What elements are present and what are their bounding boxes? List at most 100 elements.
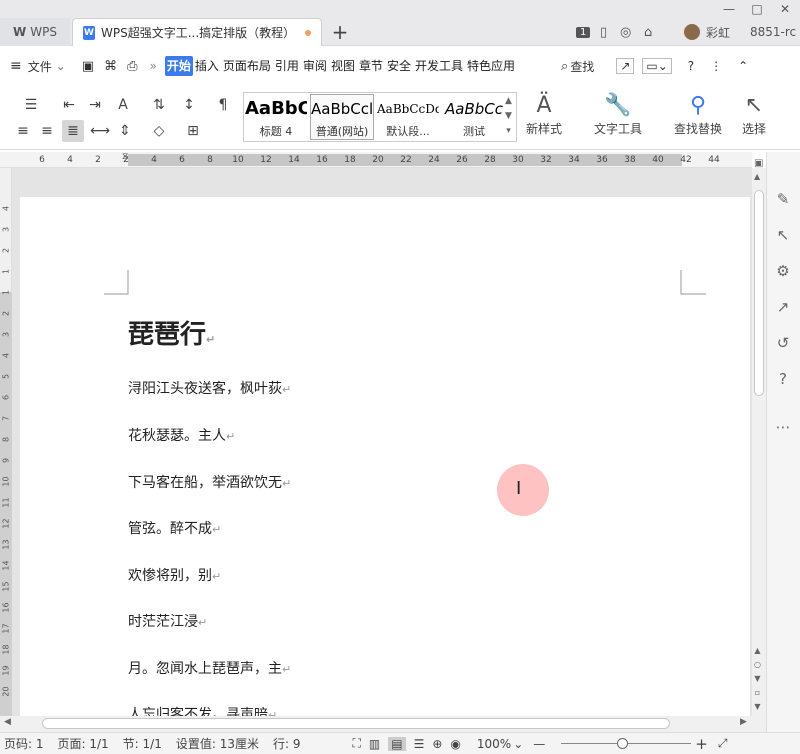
help-icon[interactable]: ? [688, 59, 694, 73]
zoom-dropdown-icon[interactable]: ⌄ [513, 737, 523, 751]
tab-references[interactable]: 引用 [273, 56, 301, 76]
tab-special[interactable]: 特色应用 [465, 56, 517, 76]
help-circle-icon[interactable]: ? [772, 368, 794, 390]
share-out-icon[interactable]: ↗ [772, 296, 794, 318]
history-icon[interactable]: ↺ [772, 332, 794, 354]
text-effect-icon[interactable]: A [114, 96, 132, 114]
indent-marker-icon[interactable]: ⧖ [122, 152, 128, 162]
vertical-ruler-number: 15 [1, 581, 11, 592]
zoom-slider-knob[interactable] [617, 737, 629, 749]
paragraph[interactable]: 管弦。醉不成↵ [128, 518, 221, 538]
fullscreen-icon[interactable]: ⛶ [352, 736, 360, 751]
vertical-ruler-numbers: 4 3 2 1 1 2 3 4 5 6 7 8 9 10 11 12 13 14 15 16 17 18 19 20 [0, 168, 12, 716]
tab-developer[interactable]: 开发工具 [413, 56, 465, 76]
scroll-left-icon[interactable]: ◀ [4, 717, 11, 727]
tab-chapter[interactable]: 章节 [357, 56, 385, 76]
new-style-button[interactable]: Ä 新样式 [526, 92, 562, 137]
new-tab-button[interactable]: + [330, 20, 350, 44]
ruler-toggle-icon[interactable]: ▣ [754, 158, 763, 169]
line-spacing-icon[interactable]: ↕ [180, 96, 198, 114]
close-button[interactable]: ✕ [774, 0, 796, 18]
window-count-badge[interactable]: 1 [576, 22, 591, 42]
cloud-sync-icon[interactable]: ◎ [620, 22, 631, 42]
style-normal-web[interactable]: AaBbCcl 普通(网站) [310, 94, 374, 140]
more-arrows-icon[interactable]: » [150, 59, 157, 73]
user-profile[interactable]: 彩虹 [684, 22, 730, 42]
zoom-level[interactable]: 100% [477, 737, 511, 751]
print-icon[interactable]: ⎙ [127, 59, 137, 74]
hamburger-icon[interactable]: ≡ [10, 58, 22, 74]
paragraph[interactable]: 时茫茫江浸↵ [128, 611, 207, 631]
zoom-out-button[interactable]: — [533, 737, 545, 751]
style-default-paragraph[interactable]: AaBbCcDd 默认段... [376, 94, 440, 140]
paragraph[interactable]: 浔阳江头夜送客，枫叶荻↵ [128, 378, 291, 398]
wps-home-tab[interactable]: W WPS [0, 18, 70, 46]
layout-icon[interactable]: ▯ [600, 22, 607, 42]
text-tools-button[interactable]: 🔧 文字工具 [594, 92, 642, 137]
unsaved-dot-icon [305, 29, 311, 36]
select-button[interactable]: ↖ 选择 [742, 92, 766, 137]
distribute-icon[interactable]: ⟷ [90, 122, 110, 140]
shading-icon[interactable]: ◇ [150, 122, 168, 140]
paragraph[interactable]: 人忘归客不发。寻声暗↵ [128, 704, 277, 716]
align-left-icon[interactable]: ≡ [14, 122, 32, 140]
border-icon[interactable]: ⊞ [184, 122, 202, 140]
document-title[interactable]: 琵琶行↵ [128, 314, 215, 351]
chevron-down-icon[interactable]: ⌄ [56, 59, 66, 73]
search-icon[interactable]: ⌕ [561, 59, 568, 74]
gallery-scroll[interactable]: ▲ ▼ ▾ [505, 94, 512, 139]
horizontal-scroll-thumb[interactable] [42, 718, 670, 729]
adjust-icon[interactable]: ⚙ [772, 260, 794, 282]
paragraph[interactable]: 花秋瑟瑟。主人↵ [128, 425, 235, 445]
align-center-icon[interactable]: ≡ [38, 122, 56, 140]
save-icon[interactable]: ▣ [82, 59, 94, 74]
sort-icon[interactable]: ⇅ [150, 96, 168, 114]
style-heading4[interactable]: AaBbC 标题 4 [244, 94, 308, 140]
more-horizontal-icon[interactable]: ⋯ [772, 416, 794, 438]
eye-protect-icon[interactable]: ◉ [450, 737, 460, 751]
bullet-list-icon[interactable]: ☰ [22, 96, 40, 114]
paragraph-spacing-icon[interactable]: ⇕ [116, 122, 134, 140]
document-tab[interactable]: W WPS超强文字工...搞定排版（教程） [72, 18, 322, 46]
tab-insert[interactable]: 插入 [193, 56, 221, 76]
file-menu[interactable]: 文件 [28, 58, 52, 75]
collapse-ribbon-icon[interactable]: ⌃ [738, 59, 748, 73]
show-marks-icon[interactable]: ¶ [214, 96, 232, 114]
page-nav-icons[interactable]: ▲ ○ ▼ ▫ ▼ [754, 644, 761, 714]
paragraph[interactable]: 下马客在船，举酒欲饮无↵ [128, 472, 291, 492]
page-view-icon[interactable]: ▤ [388, 736, 406, 751]
tab-review[interactable]: 审阅 [301, 56, 329, 76]
more-vertical-icon[interactable]: ⋮ [710, 59, 722, 73]
vertical-scroll-thumb[interactable] [754, 190, 764, 396]
zoom-slider[interactable] [553, 737, 692, 749]
paragraph[interactable]: 月。忽闻水上琵琶声，主↵ [128, 658, 291, 678]
collab-icon[interactable]: ▭⌄ [642, 58, 672, 74]
zoom-in-button[interactable]: + [695, 735, 708, 753]
pen-icon[interactable]: ✎ [772, 188, 794, 210]
maximize-button[interactable]: □ [746, 0, 768, 18]
tab-home[interactable]: 开始 [164, 56, 193, 76]
scroll-up-icon[interactable]: ▲ [754, 172, 760, 181]
web-view-icon[interactable]: ⊕ [432, 737, 442, 751]
outline-view-icon[interactable]: ☰ [414, 737, 425, 751]
book-view-icon[interactable]: ▥ [369, 737, 380, 751]
export-icon[interactable]: ⌘ [104, 59, 117, 74]
tab-view[interactable]: 视图 [329, 56, 357, 76]
style-test[interactable]: AaBbCc 测试 [442, 94, 506, 140]
increase-indent-icon[interactable]: ⇥ [86, 96, 104, 114]
tab-security[interactable]: 安全 [385, 56, 413, 76]
scroll-right-icon[interactable]: ▶ [740, 717, 747, 727]
search-label[interactable]: 查找 [570, 58, 594, 75]
fit-window-icon[interactable]: ⤢ [718, 736, 728, 751]
status-setting[interactable]: 设置值: 13厘米 [176, 735, 259, 752]
select-arrow-icon[interactable]: ↖ [772, 224, 794, 246]
skin-icon[interactable]: ⌂ [644, 22, 652, 42]
justify-icon[interactable]: ≣ [62, 120, 84, 142]
status-page[interactable]: 页面: 1/1 [58, 735, 109, 752]
tab-page-layout[interactable]: 页面布局 [221, 56, 273, 76]
paragraph[interactable]: 欢惨将别，别↵ [128, 565, 221, 585]
share-icon[interactable]: ↗ [616, 58, 635, 74]
find-replace-button[interactable]: ⚲ 查找替换 [674, 92, 722, 137]
decrease-indent-icon[interactable]: ⇤ [60, 96, 78, 114]
minimize-button[interactable]: — [718, 0, 740, 18]
